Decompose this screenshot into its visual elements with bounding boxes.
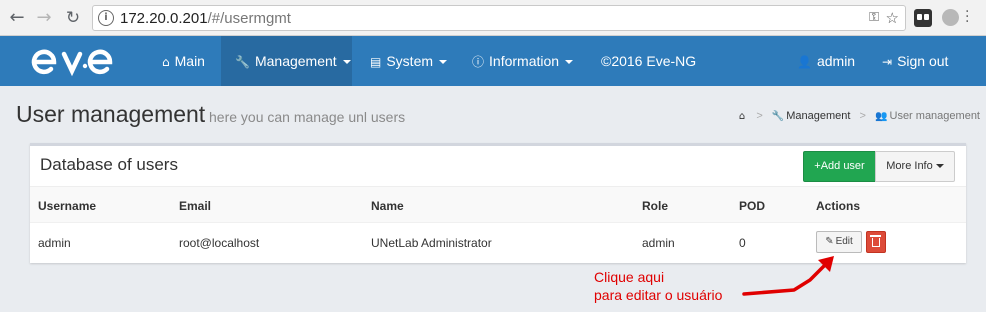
nav-copyright[interactable]: ©2016 Eve-NG: [601, 36, 696, 86]
address-bar[interactable]: i 172.20.0.201/#/usermgmt ⚿ ☆: [92, 5, 906, 31]
home-icon[interactable]: ⌂: [739, 111, 745, 122]
breadcrumb-current: User management: [889, 110, 981, 122]
info-icon: ⓘ: [472, 55, 485, 69]
annotation-text: Clique aqui para editar o usuário: [594, 268, 722, 304]
nav-main[interactable]: ⌂ Main: [152, 36, 215, 86]
app-navbar: ⌂ Main 🔧 Management ▤ System ⓘ Information ©…: [0, 36, 986, 86]
forward-arrow-icon[interactable]: →: [33, 7, 55, 29]
panel-title: Database of users: [40, 155, 178, 174]
col-name: Name: [371, 199, 404, 213]
more-info-button[interactable]: More Info: [875, 151, 955, 182]
wrench-icon: 🔧: [235, 55, 250, 69]
trash-icon: [870, 235, 881, 247]
bookmark-star-icon[interactable]: ☆: [886, 9, 899, 27]
annotation-arrow: [742, 256, 834, 296]
annotation-line-1: Clique aqui: [594, 269, 665, 285]
caret-down-icon: [565, 60, 574, 65]
profile-icon[interactable]: [942, 9, 959, 26]
col-role: Role: [642, 199, 669, 213]
caret-down-icon: [342, 60, 351, 65]
cell-role: admin: [642, 236, 675, 250]
col-pod: POD: [739, 199, 766, 213]
sign-out-icon: ⇥: [882, 55, 893, 69]
col-email: Email: [179, 199, 212, 213]
col-actions: Actions: [816, 199, 861, 213]
delete-user-button[interactable]: [866, 231, 886, 253]
caret-down-icon: [935, 164, 944, 169]
users-panel: Database of users +Add user More Info Us…: [30, 143, 966, 263]
breadcrumb: ⌂ > 🔧 Management > 👥 User management: [738, 110, 981, 122]
users-icon: 👥: [875, 111, 888, 122]
reload-icon[interactable]: ↻: [62, 7, 84, 29]
eve-logo[interactable]: [30, 42, 130, 80]
caret-down-icon: [439, 60, 448, 65]
nav-system[interactable]: ▤ System: [370, 36, 448, 86]
add-user-button[interactable]: +Add user: [803, 151, 876, 182]
book-icon: ▤: [370, 55, 382, 69]
home-icon: ⌂: [162, 55, 170, 69]
extension-icon[interactable]: [914, 9, 932, 27]
key-icon[interactable]: ⚿: [869, 10, 879, 25]
edit-icon: ✎: [825, 236, 834, 247]
wrench-icon: 🔧: [771, 111, 785, 122]
browser-toolbar: ← → ↻ i 172.20.0.201/#/usermgmt ⚿ ☆ · · ·: [0, 0, 986, 36]
nav-signout[interactable]: ⇥ Sign out: [882, 36, 948, 86]
page-subtitle: here you can manage unl users: [209, 109, 406, 125]
table-header: Username Email Name Role POD Actions: [30, 186, 966, 223]
cell-name: UNetLab Administrator: [371, 236, 492, 250]
page-title: User management: [16, 101, 206, 127]
cell-pod: 0: [739, 236, 746, 250]
breadcrumb-management[interactable]: Management: [786, 110, 850, 122]
nav-management[interactable]: 🔧 Management: [221, 36, 352, 86]
url-text[interactable]: 172.20.0.201/#/usermgmt: [120, 10, 291, 27]
col-username: Username: [38, 199, 97, 213]
nav-information[interactable]: ⓘ Information: [472, 36, 574, 86]
cell-email: root@localhost: [179, 236, 260, 250]
nav-user[interactable]: 👤 admin: [797, 36, 855, 86]
back-arrow-icon[interactable]: ←: [6, 7, 28, 29]
user-icon: 👤: [797, 55, 812, 69]
cell-username: admin: [38, 236, 71, 250]
annotation-line-2: para editar o usuário: [594, 287, 723, 303]
site-info-icon[interactable]: i: [98, 10, 114, 26]
menu-dots-icon[interactable]: · · ·: [965, 5, 970, 29]
